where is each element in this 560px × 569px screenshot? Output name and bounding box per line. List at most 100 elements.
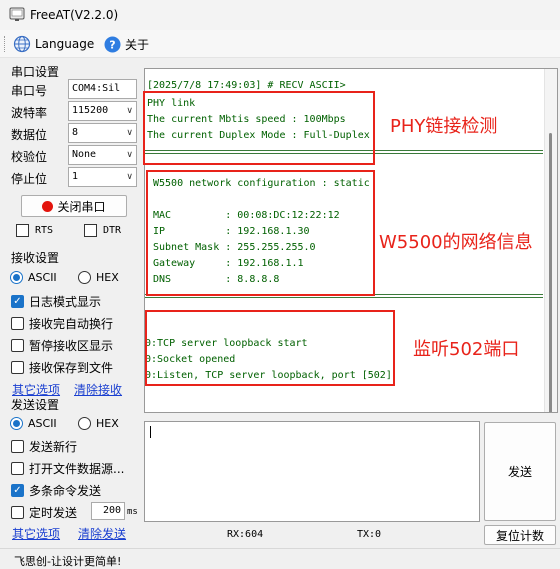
clear-receive-link[interactable]: 清除接收	[74, 381, 122, 398]
databits-label: 数据位	[11, 128, 48, 142]
send-ascii-label: ASCII	[28, 417, 57, 430]
menu-about[interactable]: ? 关于	[104, 33, 149, 55]
network-highlight-box	[146, 170, 375, 296]
status-red-dot-icon	[42, 200, 54, 212]
send-newline-label: 发送新行	[29, 440, 78, 454]
chevron-down-icon: ∨	[126, 106, 133, 116]
port-select[interactable]: COM4:Sil	[68, 79, 137, 99]
chevron-down-icon: ∨	[126, 150, 133, 160]
menu-bar: Language ? 关于	[0, 30, 560, 58]
receive-ascii-radio[interactable]: ASCII	[10, 271, 57, 284]
multi-command-checkbox[interactable]: ✓ 多条命令发送	[11, 482, 101, 499]
rx-counter: RX:604	[227, 529, 264, 540]
checkbox-empty-icon	[11, 440, 24, 453]
chevron-down-icon: ∨	[126, 172, 133, 182]
radio-unselected-icon	[78, 417, 91, 430]
save-to-file-checkbox[interactable]: 接收保存到文件	[11, 359, 113, 376]
listen-annotation: 监听502端口	[413, 339, 520, 360]
auto-newline-checkbox[interactable]: 接收完自动换行	[11, 315, 113, 332]
phy-annotation: PHY链接检测	[390, 116, 498, 137]
help-icon: ?	[104, 36, 121, 52]
send-newline-checkbox[interactable]: 发送新行	[11, 438, 77, 455]
multi-command-label: 多条命令发送	[29, 484, 102, 498]
close-port-label: 关闭串口	[57, 199, 106, 214]
send-button[interactable]: 发送	[484, 422, 556, 521]
receive-ascii-label: ASCII	[28, 271, 57, 284]
log-mode-checkbox[interactable]: ✓ 日志模式显示	[11, 293, 101, 310]
dtr-label: DTR	[103, 225, 122, 236]
port-label: 串口号	[11, 84, 48, 98]
stopbits-label: 停止位	[11, 172, 48, 186]
chevron-down-icon: ∨	[126, 128, 133, 138]
databits-value: 8	[72, 127, 79, 138]
status-slogan: 飞思创-让设计更简单!	[14, 555, 122, 568]
radio-selected-icon	[10, 271, 23, 284]
svg-text:?: ?	[109, 38, 115, 51]
serial-settings-title: 串口设置	[11, 65, 60, 79]
port-value: COM4:Sil	[72, 83, 121, 94]
checkbox-empty-icon	[11, 462, 24, 475]
menu-about-label: 关于	[125, 37, 150, 52]
timed-send-checkbox[interactable]: 定时发送	[11, 504, 77, 521]
checkmark-icon: ✓	[11, 295, 24, 308]
stopbits-select[interactable]: 1 ∨	[68, 167, 137, 187]
send-ascii-radio[interactable]: ASCII	[10, 417, 57, 430]
parity-value: None	[72, 149, 97, 160]
open-file-source-label: 打开文件数据源...	[29, 462, 125, 476]
menu-language[interactable]: Language	[13, 33, 94, 55]
receive-scrollbar[interactable]	[544, 69, 557, 412]
dtr-box[interactable]	[84, 224, 97, 237]
open-file-source-checkbox[interactable]: 打开文件数据源...	[11, 460, 124, 477]
baud-value: 115200	[72, 105, 109, 116]
timed-send-label: 定时发送	[29, 506, 78, 520]
listen-highlight-box	[145, 310, 395, 386]
separator-line	[145, 297, 543, 298]
scrollbar-thumb[interactable]	[549, 133, 552, 412]
log-mode-label: 日志模式显示	[29, 295, 102, 309]
window-title: FreeAT(V2.2.0)	[30, 8, 119, 22]
reset-count-button[interactable]: 复位计数	[484, 525, 556, 545]
globe-icon	[13, 35, 31, 53]
parity-label: 校验位	[11, 150, 48, 164]
checkbox-empty-icon	[11, 361, 24, 374]
databits-select[interactable]: 8 ∨	[68, 123, 137, 143]
toolbar-grip[interactable]	[4, 36, 7, 52]
tx-counter: TX:0	[357, 529, 382, 540]
baud-select[interactable]: 115200 ∨	[68, 101, 137, 121]
send-hex-radio[interactable]: HEX	[78, 417, 119, 430]
network-annotation: W5500的网络信息	[379, 232, 533, 253]
pause-display-checkbox[interactable]: 暂停接收区显示	[11, 337, 113, 354]
close-port-button[interactable]: 关闭串口	[21, 195, 127, 217]
rts-label: RTS	[35, 225, 54, 236]
title-bar: FreeAT(V2.2.0)	[0, 0, 560, 30]
stopbits-value: 1	[72, 171, 79, 182]
app-logo-icon	[9, 7, 25, 21]
rts-box[interactable]	[16, 224, 29, 237]
text-cursor	[150, 426, 151, 438]
checkmark-icon: ✓	[11, 484, 24, 497]
rts-checkbox[interactable]: RTS	[16, 224, 53, 237]
parity-select[interactable]: None ∨	[68, 145, 137, 165]
auto-newline-label: 接收完自动换行	[29, 317, 114, 331]
baud-label: 波特率	[11, 106, 48, 120]
checkbox-empty-icon	[11, 317, 24, 330]
checkbox-empty-icon	[11, 339, 24, 352]
dtr-checkbox[interactable]: DTR	[84, 224, 121, 237]
interval-unit: ms	[127, 507, 138, 517]
clear-send-link[interactable]: 清除发送	[78, 525, 126, 542]
send-text-area[interactable]	[144, 421, 480, 522]
log-header-line: [2025/7/8 17:49:03] # RECV ASCII>	[147, 80, 346, 91]
phy-highlight-box	[143, 91, 375, 165]
pause-display-label: 暂停接收区显示	[29, 339, 114, 353]
receive-hex-radio[interactable]: HEX	[78, 271, 119, 284]
send-more-options-link[interactable]: 其它选项	[12, 525, 60, 542]
receive-hex-label: HEX	[96, 271, 119, 284]
receive-settings-title: 接收设置	[11, 251, 60, 265]
radio-unselected-icon	[78, 271, 91, 284]
send-settings-title: 发送设置	[11, 398, 60, 412]
checkbox-empty-icon	[11, 506, 24, 519]
status-bar: 飞思创-让设计更简单!	[0, 548, 560, 569]
radio-selected-icon	[10, 417, 23, 430]
interval-input[interactable]: 200	[91, 502, 125, 520]
save-to-file-label: 接收保存到文件	[29, 361, 114, 375]
